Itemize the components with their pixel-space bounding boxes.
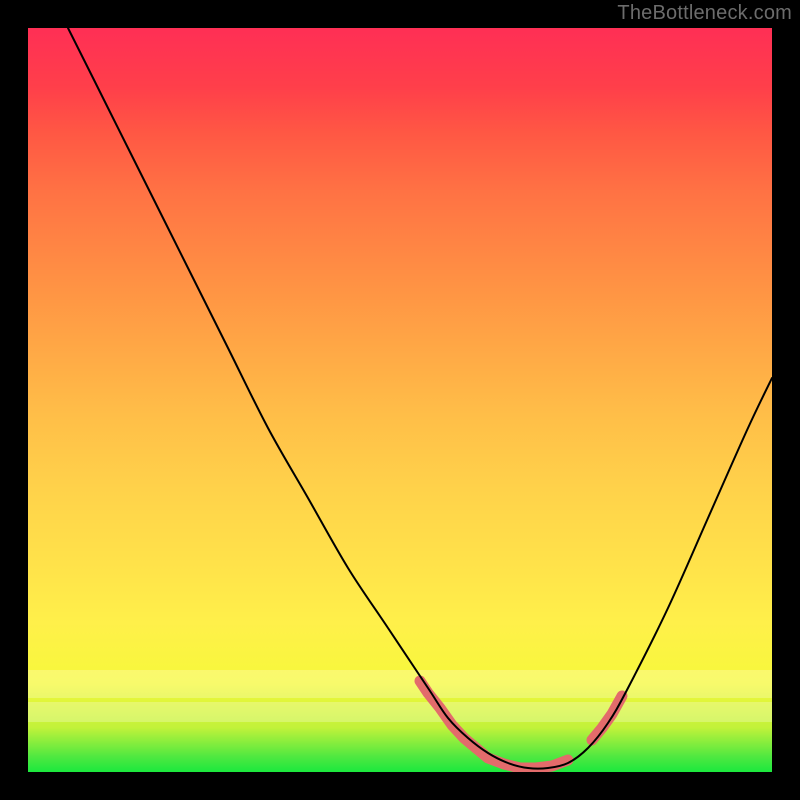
plot-area <box>28 28 772 772</box>
highlight-right-segment <box>592 696 622 740</box>
chart-frame: TheBottleneck.com <box>0 0 800 800</box>
curve-layer <box>28 28 772 772</box>
bottleneck-curve <box>68 28 772 769</box>
watermark-text: TheBottleneck.com <box>617 2 792 25</box>
highlight-floor-segment <box>476 748 568 768</box>
